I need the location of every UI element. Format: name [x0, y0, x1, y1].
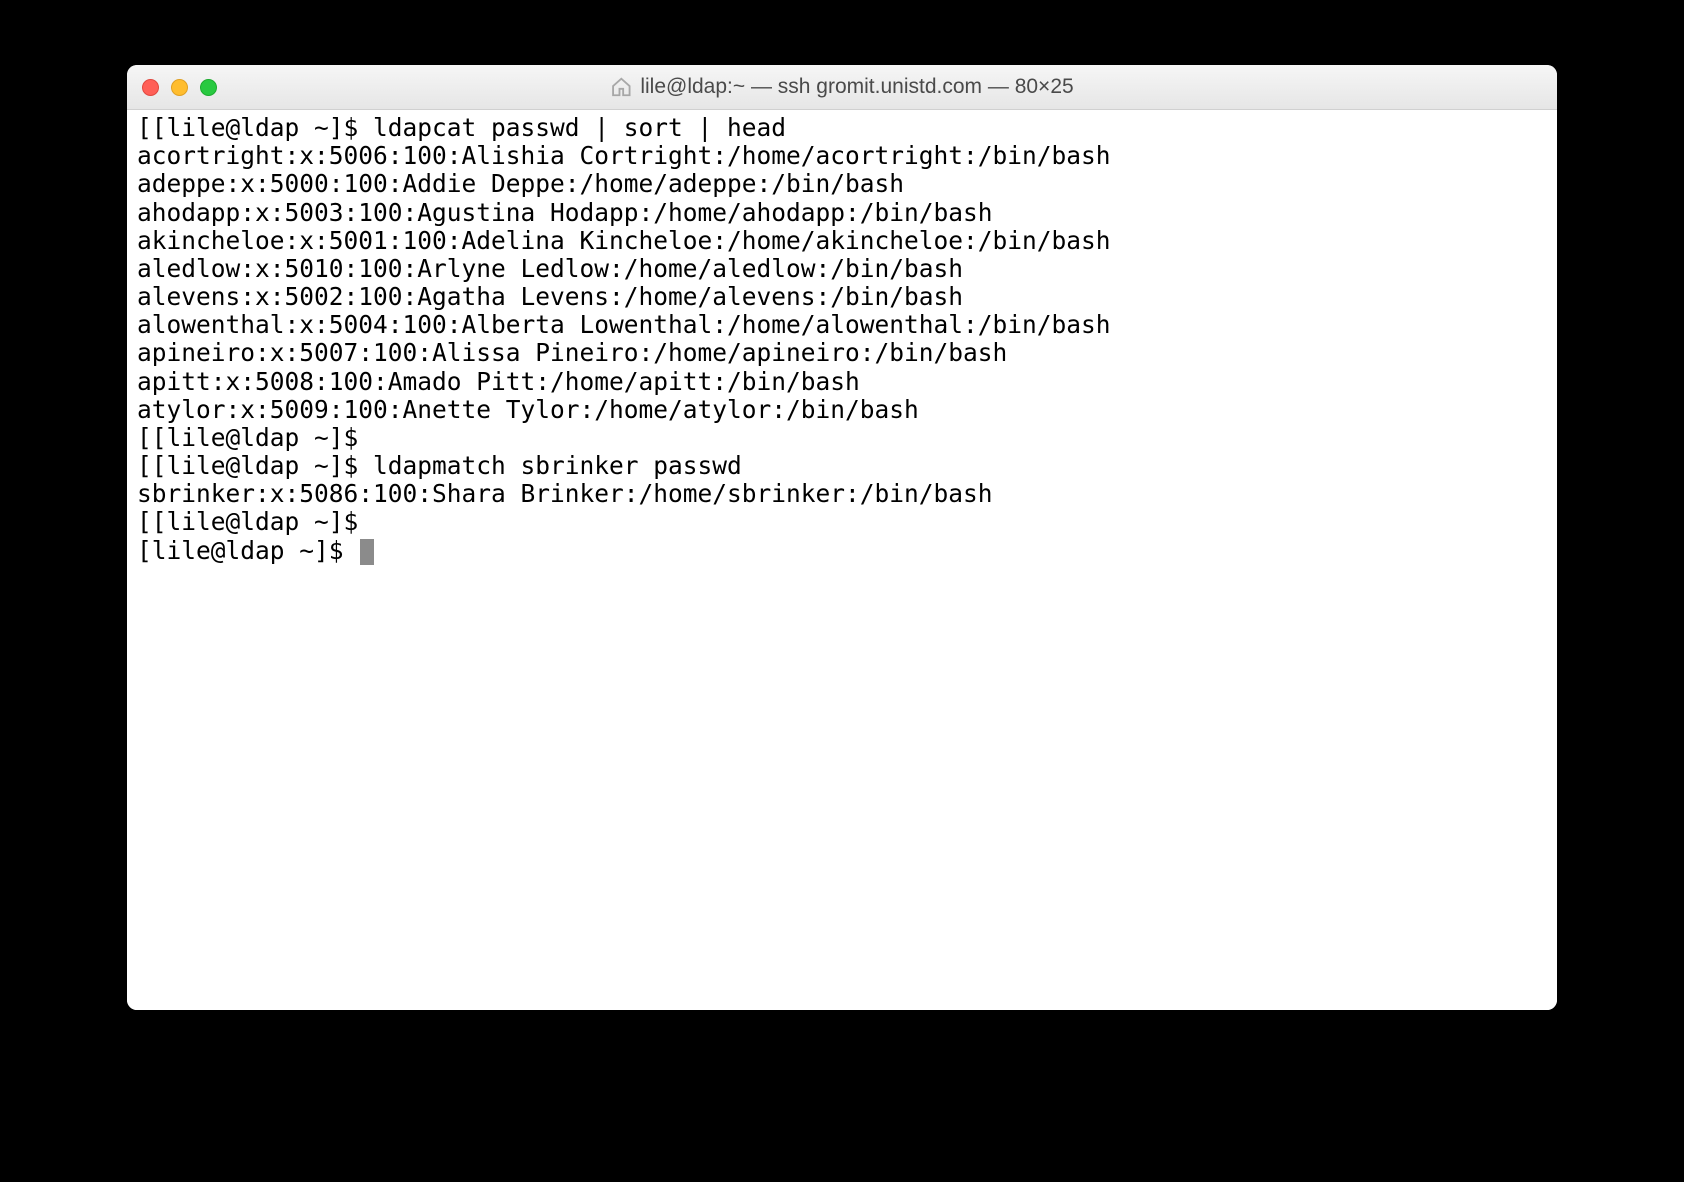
- line-text: acortright:x:5006:100:Alishia Cortright:…: [137, 141, 1111, 170]
- line-text: apineiro:x:5007:100:Alissa Pineiro:/home…: [137, 338, 1007, 367]
- line-text: ahodapp:x:5003:100:Agustina Hodapp:/home…: [137, 198, 993, 227]
- terminal-content[interactable]: [[lile@ldap ~]$ ldapcat passwd | sort | …: [127, 110, 1557, 1010]
- line-text: atylor:x:5009:100:Anette Tylor:/home/aty…: [137, 395, 919, 424]
- terminal-line: apineiro:x:5007:100:Alissa Pineiro:/home…: [137, 339, 1547, 367]
- terminal-line: acortright:x:5006:100:Alishia Cortright:…: [137, 142, 1547, 170]
- line-prefix-bracket: [: [137, 423, 152, 452]
- close-button[interactable]: [142, 79, 159, 96]
- line-text: aledlow:x:5010:100:Arlyne Ledlow:/home/a…: [137, 254, 963, 283]
- line-prefix-bracket: [: [137, 451, 152, 480]
- line-text: alevens:x:5002:100:Agatha Levens:/home/a…: [137, 282, 963, 311]
- traffic-lights: [142, 79, 217, 96]
- line-text: [lile@ldap ~]$: [152, 507, 373, 536]
- terminal-line: [[lile@ldap ~]$ ldapcat passwd | sort | …: [137, 114, 1547, 142]
- line-text: sbrinker:x:5086:100:Shara Brinker:/home/…: [137, 479, 993, 508]
- line-text: [lile@ldap ~]$: [152, 423, 373, 452]
- terminal-line: atylor:x:5009:100:Anette Tylor:/home/aty…: [137, 396, 1547, 424]
- terminal-line: sbrinker:x:5086:100:Shara Brinker:/home/…: [137, 480, 1547, 508]
- line-prefix-bracket: [: [137, 113, 152, 142]
- line-text: [lile@ldap ~]$ ldapmatch sbrinker passwd: [152, 451, 742, 480]
- terminal-window: lile@ldap:~ — ssh gromit.unistd.com — 80…: [127, 65, 1557, 1010]
- terminal-prompt-line: [lile@ldap ~]$: [137, 537, 1547, 565]
- line-text: akincheloe:x:5001:100:Adelina Kincheloe:…: [137, 226, 1111, 255]
- window-title: lile@ldap:~ — ssh gromit.unistd.com — 80…: [640, 75, 1073, 99]
- terminal-line: alowenthal:x:5004:100:Alberta Lowenthal:…: [137, 311, 1547, 339]
- maximize-button[interactable]: [200, 79, 217, 96]
- minimize-button[interactable]: [171, 79, 188, 96]
- terminal-line: adeppe:x:5000:100:Addie Deppe:/home/adep…: [137, 170, 1547, 198]
- line-text: adeppe:x:5000:100:Addie Deppe:/home/adep…: [137, 169, 904, 198]
- window-title-area: lile@ldap:~ — ssh gromit.unistd.com — 80…: [610, 75, 1073, 99]
- titlebar[interactable]: lile@ldap:~ — ssh gromit.unistd.com — 80…: [127, 65, 1557, 110]
- terminal-line: apitt:x:5008:100:Amado Pitt:/home/apitt:…: [137, 368, 1547, 396]
- terminal-line: aledlow:x:5010:100:Arlyne Ledlow:/home/a…: [137, 255, 1547, 283]
- line-text: [lile@ldap ~]$ ldapcat passwd | sort | h…: [152, 113, 786, 142]
- terminal-line: akincheloe:x:5001:100:Adelina Kincheloe:…: [137, 227, 1547, 255]
- line-prefix-bracket: [: [137, 507, 152, 536]
- home-icon: [610, 76, 632, 98]
- prompt-text: [lile@ldap ~]$: [137, 536, 358, 565]
- terminal-line: [[lile@ldap ~]$ ldapmatch sbrinker passw…: [137, 452, 1547, 480]
- line-text: apitt:x:5008:100:Amado Pitt:/home/apitt:…: [137, 367, 860, 396]
- terminal-line: [[lile@ldap ~]$: [137, 508, 1547, 536]
- line-text: alowenthal:x:5004:100:Alberta Lowenthal:…: [137, 310, 1111, 339]
- terminal-line: alevens:x:5002:100:Agatha Levens:/home/a…: [137, 283, 1547, 311]
- terminal-line: ahodapp:x:5003:100:Agustina Hodapp:/home…: [137, 199, 1547, 227]
- terminal-line: [[lile@ldap ~]$: [137, 424, 1547, 452]
- cursor-icon: [360, 539, 374, 565]
